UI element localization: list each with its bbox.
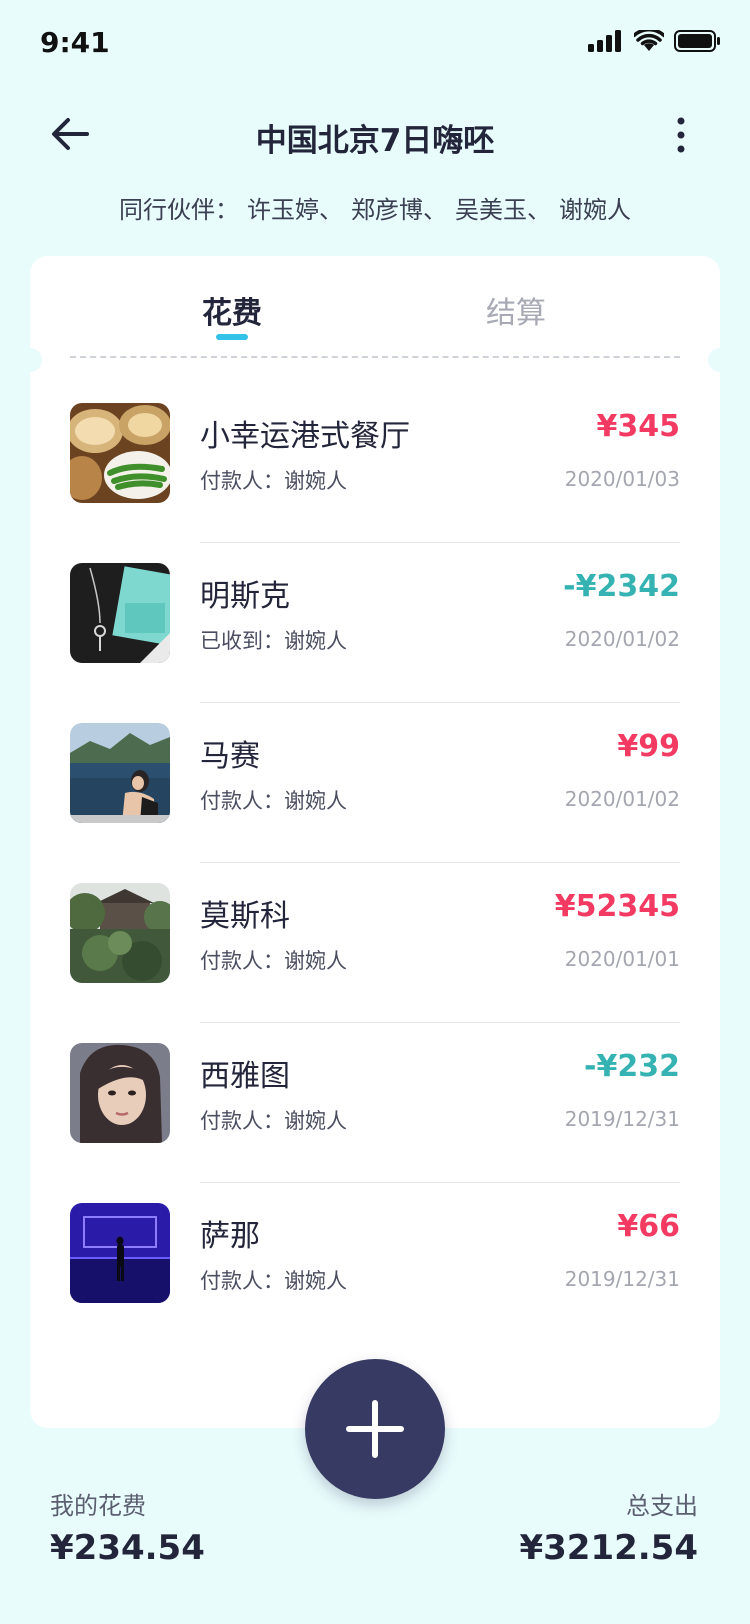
expense-date: 2019/12/31 [564, 1267, 680, 1291]
expense-item[interactable]: 莫斯科 付款人：谢婉人 ¥52345 2020/01/01 [30, 863, 720, 1023]
expense-card: 花费 结算 小幸运港式餐厅 付款人：谢婉人 ¥345 2020/01/03 明斯… [18, 256, 732, 1428]
status-icons [588, 27, 720, 56]
my-expense-label: 我的花费 [50, 1492, 146, 1520]
more-vertical-icon [677, 117, 685, 153]
expense-item[interactable]: 马赛 付款人：谢婉人 ¥99 2020/01/02 [30, 703, 720, 863]
garden-house-photo [70, 883, 170, 983]
expense-item[interactable]: 西雅图 付款人：谢婉人 -¥232 2019/12/31 [30, 1023, 720, 1183]
dim-sum-photo [70, 403, 170, 503]
expense-date: 2020/01/01 [564, 947, 680, 971]
expense-date: 2019/12/31 [564, 1107, 680, 1131]
expense-payer: 付款人：谢婉人 [200, 1109, 347, 1133]
tab-active-indicator [216, 334, 248, 340]
battery-icon [674, 30, 720, 56]
expense-date: 2020/01/02 [564, 787, 680, 811]
expense-date: 2020/01/02 [564, 627, 680, 651]
expense-name: 马赛 [200, 739, 260, 774]
portrait-photo [70, 1043, 170, 1143]
total-expense-label: 总支出 [626, 1492, 698, 1520]
companion-name: 吴美玉、 [455, 196, 551, 224]
neon-room-photo [70, 1203, 170, 1303]
expense-payer: 付款人：谢婉人 [200, 789, 347, 813]
expense-amount: ¥52345 [554, 889, 680, 924]
tab-expenses[interactable]: 花费 [202, 288, 262, 332]
expense-amount: ¥99 [617, 729, 680, 764]
companions-label: 同行伙伴： [119, 196, 239, 224]
status-bar: 9:41 [0, 0, 750, 90]
expense-amount: -¥232 [584, 1049, 680, 1084]
expense-name: 西雅图 [200, 1059, 290, 1094]
signal-icon [588, 30, 624, 56]
expense-date: 2020/01/03 [564, 467, 680, 491]
expense-payer: 付款人：谢婉人 [200, 1269, 347, 1293]
expense-item[interactable]: 萨那 付款人：谢婉人 ¥66 2019/12/31 [30, 1183, 720, 1343]
lake-portrait-photo [70, 723, 170, 823]
add-expense-button[interactable] [305, 1359, 445, 1499]
expense-name: 明斯克 [200, 579, 290, 614]
expense-list: 小幸运港式餐厅 付款人：谢婉人 ¥345 2020/01/03 明斯克 已收到：… [30, 383, 720, 1343]
companion-name: 许玉婷、 [247, 196, 343, 224]
jewelry-box-photo [70, 563, 170, 663]
expense-name: 萨那 [200, 1219, 260, 1254]
dashed-divider [70, 356, 680, 358]
companions-line: 同行伙伴： 许玉婷、 郑彦博、 吴美玉、 谢婉人 [0, 190, 750, 225]
tab-bar: 花费 结算 [30, 256, 720, 356]
expense-name: 莫斯科 [200, 899, 290, 934]
expense-amount: -¥2342 [563, 569, 680, 604]
plus-icon [346, 1400, 404, 1458]
more-menu-button[interactable] [666, 112, 696, 158]
expense-payer: 付款人：谢婉人 [200, 949, 347, 973]
companion-name: 郑彦博、 [351, 196, 447, 224]
expense-payer: 付款人：谢婉人 [200, 469, 347, 493]
expense-payer: 已收到：谢婉人 [200, 629, 347, 653]
expense-item[interactable]: 明斯克 已收到：谢婉人 -¥2342 2020/01/02 [30, 543, 720, 703]
page-title: 中国北京7日嗨呸 [255, 123, 495, 159]
companion-name: 谢婉人 [559, 196, 631, 224]
wifi-icon [632, 27, 666, 56]
expense-item[interactable]: 小幸运港式餐厅 付款人：谢婉人 ¥345 2020/01/03 [30, 383, 720, 543]
expense-name: 小幸运港式餐厅 [200, 419, 410, 454]
expense-amount: ¥66 [617, 1209, 680, 1244]
status-time: 9:41 [40, 26, 110, 59]
my-expense-value: ¥234.54 [50, 1528, 205, 1568]
tab-settlement[interactable]: 结算 [486, 288, 546, 332]
total-expense-value: ¥3212.54 [519, 1528, 698, 1568]
expense-amount: ¥345 [596, 409, 681, 444]
